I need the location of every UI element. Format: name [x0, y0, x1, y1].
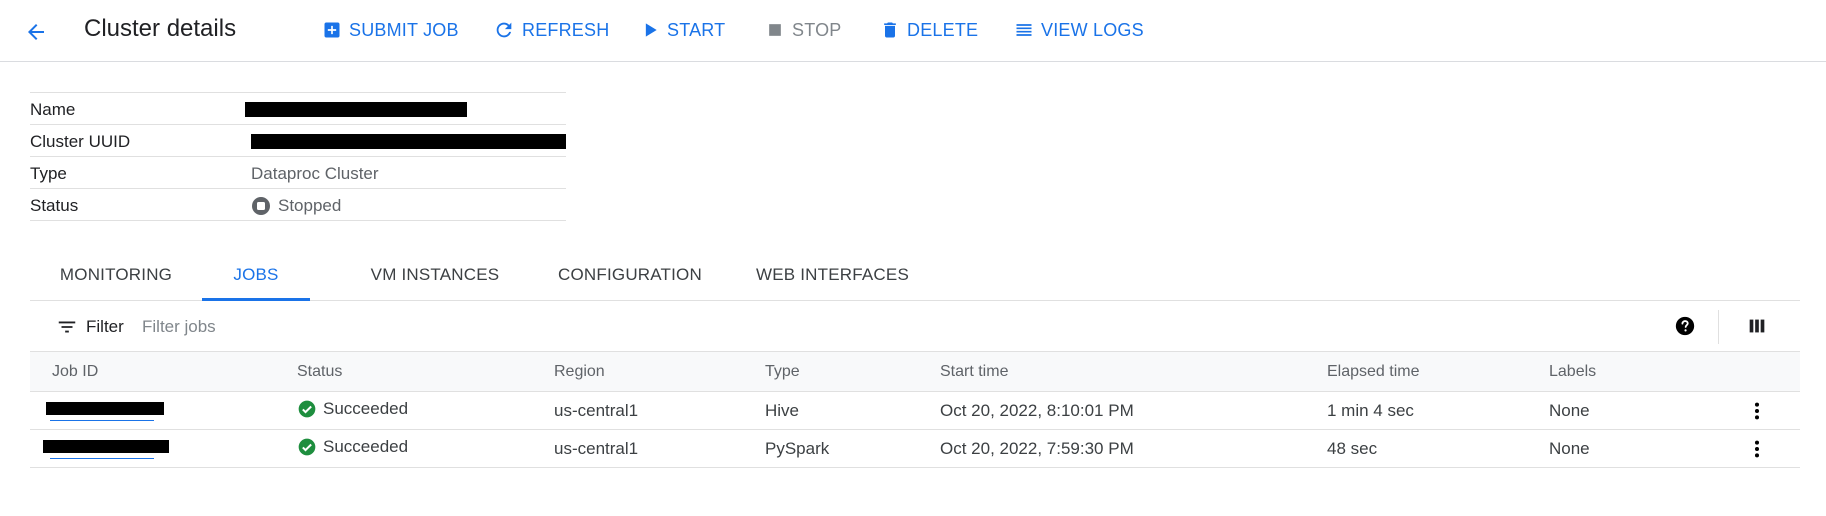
- job-status-text: Succeeded: [323, 437, 409, 456]
- detail-row-uuid: Cluster UUID: [30, 125, 566, 157]
- more-vert-icon: [1754, 440, 1760, 458]
- help-icon: [1675, 316, 1695, 336]
- type-label: Type: [30, 164, 67, 183]
- start-label: START: [667, 19, 726, 40]
- table-header: Job ID Status Region Type Start time Ela…: [30, 352, 1800, 392]
- row-actions-button[interactable]: [1746, 437, 1768, 466]
- detail-row-name: Name: [30, 93, 566, 125]
- job-labels: None: [1549, 401, 1590, 420]
- uuid-label: Cluster UUID: [30, 132, 131, 151]
- job-status: Succeeded: [297, 399, 408, 419]
- col-header-type[interactable]: Type: [765, 363, 800, 381]
- filter-bar: Filter: [30, 302, 1800, 352]
- list-lines-icon: [1016, 24, 1032, 36]
- help-button[interactable]: [1674, 315, 1696, 342]
- status-text: Stopped: [278, 196, 342, 215]
- toolbar-divider: [1718, 310, 1719, 344]
- play-icon: [645, 23, 657, 37]
- job-labels: None: [1549, 439, 1590, 458]
- column-display-button[interactable]: [1746, 315, 1768, 342]
- job-start-time: Oct 20, 2022, 8:10:01 PM: [940, 401, 1134, 420]
- job-id-redaction: [46, 402, 164, 415]
- col-header-region[interactable]: Region: [554, 363, 605, 381]
- job-type: PySpark: [765, 439, 830, 458]
- job-id-redaction: [43, 440, 169, 453]
- back-button[interactable]: [20, 16, 52, 48]
- job-id-underline: [50, 458, 154, 459]
- filter-jobs-input[interactable]: [142, 314, 542, 340]
- more-vert-icon: [1754, 402, 1760, 420]
- delete-label: DELETE: [907, 19, 979, 40]
- col-header-start-time[interactable]: Start time: [940, 363, 1008, 381]
- add-box-icon: [324, 22, 340, 38]
- stop-label: STOP: [792, 19, 842, 40]
- tab-monitoring[interactable]: MONITORING: [30, 255, 202, 301]
- status-value: Stopped: [251, 196, 341, 216]
- cluster-details-table: Name Cluster UUID Type Dataproc Cluster …: [30, 92, 566, 221]
- tab-bar: MONITORING JOBS VM INSTANCES CONFIGURATI…: [30, 255, 1800, 301]
- job-id-link[interactable]: [43, 438, 169, 460]
- submit-job-label: SUBMIT JOB: [349, 19, 459, 40]
- filter-label: Filter: [86, 317, 124, 336]
- top-bar: Cluster details SUBMIT JOB REFRESH START…: [0, 0, 1826, 62]
- filter-button[interactable]: Filter: [56, 316, 124, 338]
- detail-row-status: Status Stopped: [30, 189, 566, 221]
- uuid-redaction: [251, 134, 566, 149]
- status-label: Status: [30, 196, 79, 215]
- type-value: Dataproc Cluster: [251, 164, 379, 183]
- job-status-text: Succeeded: [323, 399, 409, 418]
- job-status: Succeeded: [297, 437, 408, 457]
- tab-vm-instances[interactable]: VM INSTANCES: [340, 255, 530, 301]
- name-label: Name: [30, 100, 76, 119]
- job-elapsed-time: 48 sec: [1327, 439, 1378, 458]
- refresh-label: REFRESH: [522, 19, 610, 40]
- tab-configuration[interactable]: CONFIGURATION: [540, 255, 720, 301]
- stop-button[interactable]: STOP: [765, 18, 841, 42]
- job-type: Hive: [765, 401, 800, 420]
- job-region: us-central1: [554, 401, 639, 420]
- trash-icon: [884, 22, 896, 38]
- arrow-back-icon: [28, 24, 44, 40]
- detail-row-type: Type Dataproc Cluster: [30, 157, 566, 189]
- refresh-icon: [496, 22, 512, 38]
- name-redaction: [245, 102, 467, 117]
- view-logs-label: VIEW LOGS: [1041, 19, 1144, 40]
- col-header-labels[interactable]: Labels: [1549, 363, 1596, 381]
- table-row: Succeeded us-central1 Hive Oct 20, 2022,…: [30, 392, 1800, 430]
- check-circle-icon: [298, 400, 316, 418]
- job-elapsed-time: 1 min 4 sec: [1327, 401, 1414, 420]
- col-header-job-id[interactable]: Job ID: [52, 363, 98, 381]
- job-start-time: Oct 20, 2022, 7:59:30 PM: [940, 439, 1134, 458]
- stop-icon: [769, 24, 781, 36]
- col-header-elapsed-time[interactable]: Elapsed time: [1327, 363, 1420, 381]
- view-column-icon: [1749, 319, 1765, 333]
- jobs-table: Job ID Status Region Type Start time Ela…: [30, 352, 1800, 468]
- job-id-link[interactable]: [46, 400, 164, 422]
- job-id-underline: [50, 420, 154, 421]
- start-button[interactable]: START: [640, 18, 725, 42]
- stopped-icon: [252, 197, 270, 215]
- page-title: Cluster details: [84, 15, 237, 42]
- refresh-button[interactable]: REFRESH: [493, 18, 609, 42]
- filter-list-icon: [58, 321, 76, 333]
- job-region: us-central1: [554, 439, 639, 458]
- col-header-status[interactable]: Status: [297, 363, 342, 381]
- tab-web-interfaces[interactable]: WEB INTERFACES: [730, 255, 935, 301]
- tab-jobs[interactable]: JOBS: [202, 255, 310, 301]
- check-circle-icon: [298, 438, 316, 456]
- table-row: Succeeded us-central1 PySpark Oct 20, 20…: [30, 430, 1800, 468]
- view-logs-button[interactable]: VIEW LOGS: [1014, 18, 1144, 42]
- submit-job-button[interactable]: SUBMIT JOB: [322, 18, 459, 42]
- row-actions-button[interactable]: [1746, 399, 1768, 428]
- delete-button[interactable]: DELETE: [880, 18, 978, 42]
